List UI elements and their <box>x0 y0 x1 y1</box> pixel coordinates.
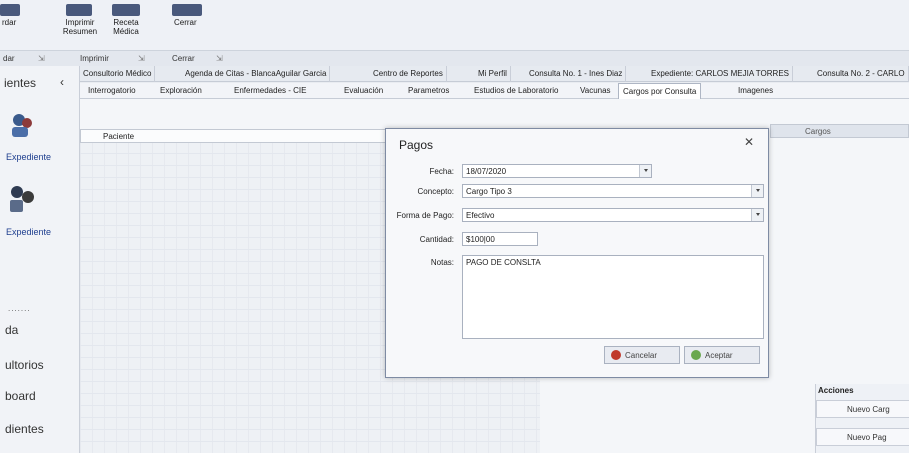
forma-de-pago-label: Forma de Pago: <box>396 211 454 220</box>
ribbon: rdar Imprimir Resumen Receta Médica Cerr… <box>0 0 909 66</box>
notas-textarea[interactable]: PAGO DE CONSLTA <box>462 255 764 339</box>
notas-label: Notas: <box>430 258 454 267</box>
nav-link-agenda[interactable]: da <box>5 323 18 337</box>
ribbon-group-guardar: dar <box>3 54 15 63</box>
collapse-arrow-icon[interactable]: ‹ <box>60 75 64 89</box>
print-icon <box>66 4 92 16</box>
nav-item-expediente-1[interactable]: Expediente <box>6 152 51 162</box>
consulta-subtabs: Interrogatorio Exploración Enfermedades … <box>80 83 909 99</box>
tab-consulta-1[interactable]: Consulta No. 1 - Ines Diaz <box>526 66 627 82</box>
tab-agenda-de-citas[interactable]: Agenda de Citas - BlancaAguilar Garcia <box>182 66 331 82</box>
cancel-button[interactable]: Cancelar <box>604 346 680 364</box>
new-payment-button[interactable]: Nuevo Pag <box>816 428 909 446</box>
close-icon <box>172 4 202 16</box>
concepto-value: Cargo Tipo 3 <box>466 187 512 196</box>
main-tabs: Consultorio Médico Agenda de Citas - Bla… <box>80 66 909 82</box>
cancel-icon <box>611 350 621 360</box>
close-icon[interactable]: ✕ <box>744 135 754 149</box>
tab-enfermedades-cie[interactable]: Enfermedades - CIE <box>230 83 310 99</box>
nav-divider: ....... <box>8 304 31 313</box>
forma-de-pago-value: Efectivo <box>466 211 495 220</box>
ribbon-groups: dar ⇲ Imprimir ⇲ Cerrar ⇲ <box>0 50 909 66</box>
group-launcher-icon[interactable]: ⇲ <box>216 54 223 63</box>
group-launcher-icon[interactable]: ⇲ <box>38 54 45 63</box>
save-icon <box>0 4 20 16</box>
ribbon-button-imprimir-resumen[interactable]: Imprimir Resumen <box>58 18 102 36</box>
chevron-down-icon[interactable] <box>751 209 763 221</box>
tab-interrogatorio[interactable]: Interrogatorio <box>84 83 140 99</box>
ribbon-group-cerrar: Cerrar <box>172 54 195 63</box>
tab-evaluacion[interactable]: Evaluación <box>340 83 387 99</box>
concepto-label: Concepto: <box>417 187 454 196</box>
ribbon-group-imprimir: Imprimir <box>80 54 109 63</box>
cantidad-label: Cantidad: <box>419 235 454 244</box>
column-paciente[interactable]: Paciente <box>103 132 134 141</box>
tab-mi-perfil[interactable]: Mi Perfil <box>475 66 511 82</box>
concepto-select[interactable]: Cargo Tipo 3 <box>462 184 764 198</box>
cantidad-input[interactable]: $100|00 <box>462 232 538 246</box>
fecha-value: 18/07/2020 <box>466 167 507 176</box>
cantidad-value: $100|00 <box>466 235 495 244</box>
ribbon-button-guardar[interactable]: rdar <box>2 18 16 27</box>
patient-file-icon[interactable] <box>8 110 38 140</box>
fecha-label: Fecha: <box>429 167 454 176</box>
calendar-dropdown-icon[interactable] <box>639 165 651 177</box>
prescription-icon <box>112 4 140 16</box>
nav-link-consultorios[interactable]: ultorios <box>5 358 44 372</box>
cancel-button-label: Cancelar <box>625 351 658 360</box>
forma-de-pago-select[interactable]: Efectivo <box>462 208 764 222</box>
nav-item-expediente-2[interactable]: Expediente <box>6 227 51 237</box>
nav-title: ientes <box>4 76 37 90</box>
chevron-down-icon[interactable] <box>751 185 763 197</box>
tab-parametros[interactable]: Parametros <box>404 83 453 99</box>
cargos-panel-header: Cargos <box>770 124 909 138</box>
new-charge-button[interactable]: Nuevo Carg <box>816 400 909 418</box>
tab-consulta-2[interactable]: Consulta No. 2 - CARLO <box>814 66 909 82</box>
ribbon-button-cerrar[interactable]: Cerrar <box>174 18 197 27</box>
accept-button[interactable]: Aceptar <box>684 346 760 364</box>
nav-link-pacientes[interactable]: dientes <box>5 422 44 436</box>
tab-vacunas[interactable]: Vacunas <box>576 83 615 99</box>
left-navigation: ientes ‹ Expediente Expediente ....... d… <box>0 66 80 453</box>
accept-button-label: Aceptar <box>705 351 733 360</box>
tab-expediente-carlos[interactable]: Expediente: CARLOS MEJIA TORRES <box>648 66 793 82</box>
ribbon-button-receta-medica[interactable]: Receta Médica <box>106 18 146 36</box>
accept-icon <box>691 350 701 360</box>
nav-link-dashboard[interactable]: board <box>5 389 36 403</box>
actions-panel: Acciones Nuevo Carg Nuevo Pag <box>815 384 909 453</box>
tab-consultorio-medico[interactable]: Consultorio Médico <box>80 66 156 82</box>
fecha-field[interactable]: 18/07/2020 <box>462 164 652 178</box>
group-launcher-icon[interactable]: ⇲ <box>138 54 145 63</box>
tab-centro-de-reportes[interactable]: Centro de Reportes <box>370 66 447 82</box>
tab-imagenes[interactable]: Imagenes <box>734 83 777 99</box>
tab-exploracion[interactable]: Exploración <box>156 83 206 99</box>
tab-estudios-de-laboratorio[interactable]: Estudios de Laboratorio <box>470 83 563 99</box>
patient-file-icon[interactable] <box>8 184 38 214</box>
notas-value: PAGO DE CONSLTA <box>466 258 541 267</box>
payment-dialog: Pagos ✕ Fecha: 18/07/2020 Concepto: Carg… <box>385 128 769 378</box>
tab-cargos-por-consulta[interactable]: Cargos por Consulta <box>618 83 702 99</box>
cargos-panel-title[interactable]: Cargos <box>805 127 831 136</box>
actions-title: Acciones <box>818 386 854 395</box>
ribbon-buttons: rdar Imprimir Resumen Receta Médica Cerr… <box>0 0 909 50</box>
dialog-title: Pagos <box>399 138 434 152</box>
